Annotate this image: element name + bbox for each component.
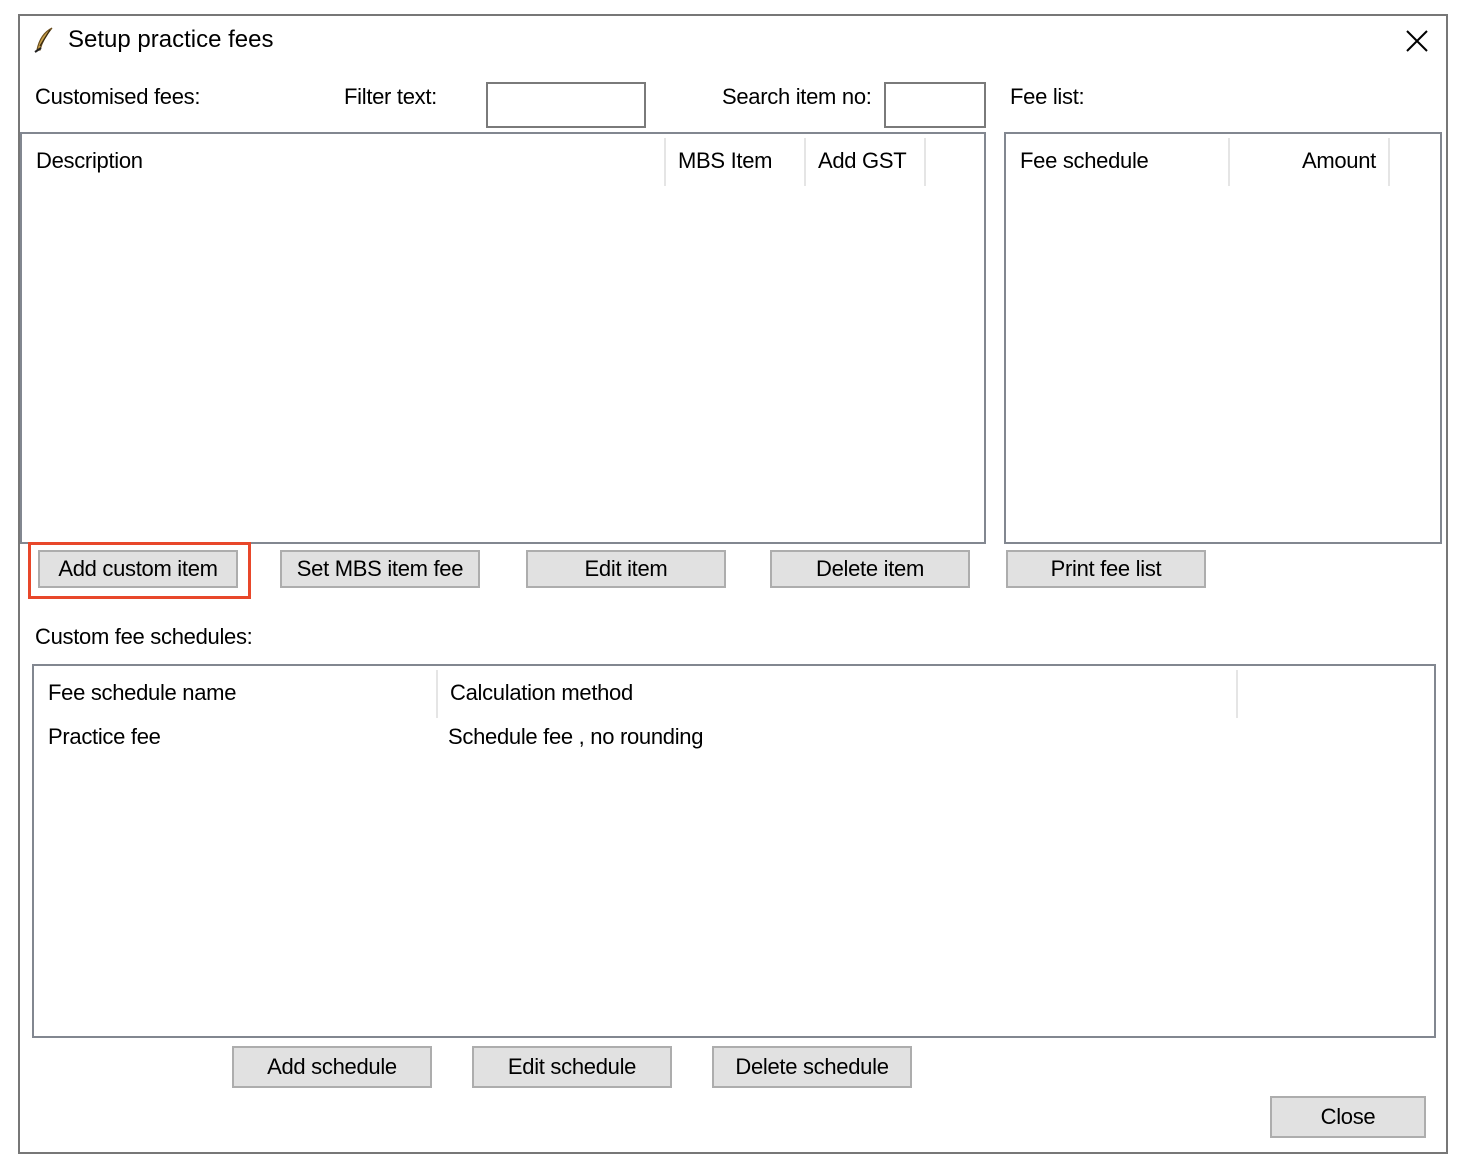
- table-row[interactable]: Practice fee Schedule fee , no rounding: [34, 720, 1434, 754]
- feather-icon: [32, 26, 56, 54]
- close-icon[interactable]: [1402, 26, 1432, 56]
- column-header-calculation-method[interactable]: Calculation method: [436, 666, 1236, 720]
- add-schedule-button[interactable]: Add schedule: [232, 1046, 432, 1088]
- column-header-fee-schedule-name[interactable]: Fee schedule name: [34, 666, 436, 720]
- customised-fees-list[interactable]: Description MBS Item Add GST: [20, 132, 986, 544]
- column-divider[interactable]: [924, 138, 926, 186]
- search-item-no-label: Search item no:: [722, 84, 872, 109]
- column-divider[interactable]: [1236, 670, 1238, 718]
- add-custom-item-button[interactable]: Add custom item: [38, 550, 238, 588]
- set-mbs-item-fee-button[interactable]: Set MBS item fee: [280, 550, 480, 588]
- window-title: Setup practice fees: [68, 26, 274, 53]
- column-header-amount[interactable]: Amount: [1228, 134, 1388, 188]
- column-divider[interactable]: [1388, 138, 1390, 186]
- column-header-description[interactable]: Description: [22, 134, 664, 188]
- column-header-mbs-item[interactable]: MBS Item: [664, 134, 804, 188]
- print-fee-list-button[interactable]: Print fee list: [1006, 550, 1206, 588]
- custom-fee-schedules-label: Custom fee schedules:: [35, 624, 253, 649]
- close-button[interactable]: Close: [1270, 1096, 1426, 1138]
- filter-text-label: Filter text:: [344, 84, 437, 109]
- delete-schedule-button[interactable]: Delete schedule: [712, 1046, 912, 1088]
- filter-text-input[interactable]: [486, 82, 646, 128]
- fee-list[interactable]: Fee schedule Amount: [1004, 132, 1442, 544]
- column-header-add-gst[interactable]: Add GST: [804, 134, 924, 188]
- edit-schedule-button[interactable]: Edit schedule: [472, 1046, 672, 1088]
- delete-item-button[interactable]: Delete item: [770, 550, 970, 588]
- row-fee-schedule-name: Practice fee: [48, 724, 161, 749]
- custom-fee-schedules-list[interactable]: Fee schedule name Calculation method Pra…: [32, 664, 1436, 1038]
- search-item-no-input[interactable]: [884, 82, 986, 128]
- customised-fees-label: Customised fees:: [35, 84, 201, 109]
- edit-item-button[interactable]: Edit item: [526, 550, 726, 588]
- row-calculation-method: Schedule fee , no rounding: [448, 724, 704, 749]
- column-header-fee-schedule[interactable]: Fee schedule: [1006, 134, 1228, 188]
- fee-list-label: Fee list:: [1010, 84, 1085, 109]
